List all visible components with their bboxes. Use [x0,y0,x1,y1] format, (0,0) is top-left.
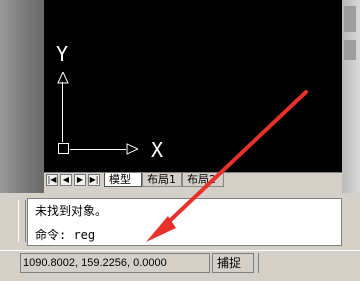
red-arrow-icon [146,90,308,242]
